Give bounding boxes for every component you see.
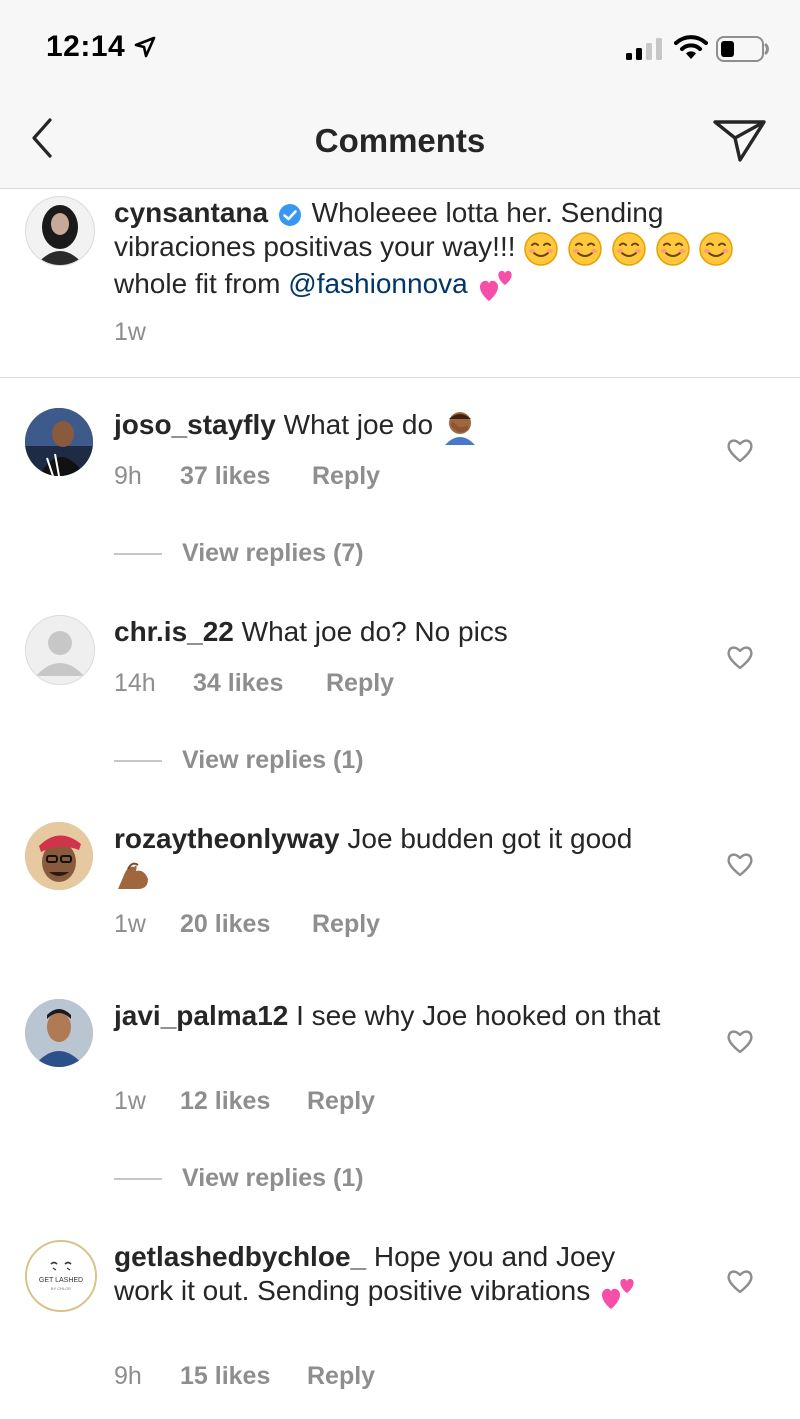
likes-count[interactable]: 20 likes [180,910,312,939]
status-bar: 12:14 [0,0,800,96]
comment-text: chr.is_22 What joe do? No pics [114,615,704,649]
view-replies-button[interactable]: View replies (7) [114,539,364,568]
avatar[interactable] [25,999,93,1067]
divider [0,377,800,378]
header-bar: Comments [0,96,800,189]
facepalm-emoji [444,411,475,445]
divider [114,760,162,763]
heart-outline-icon[interactable] [726,437,754,463]
page-title: Comments [314,122,486,159]
likes-count[interactable]: 37 likes [180,462,312,491]
comment-text: rozaytheonlyway Joe budden got it good [114,822,634,893]
comment-text: getlashedbychloe_ Hope you and Joey work… [114,1240,674,1311]
comment-body: What joe do? No pics [233,616,508,647]
avatar[interactable]: GET LASHED BY CHLOE [25,1240,97,1312]
divider [114,1178,162,1181]
comment-time: 1w [114,1087,146,1115]
comment-meta: 9h 15 likes Reply [114,1362,375,1391]
heart-outline-icon[interactable] [726,644,754,670]
comment-time: 14h [114,669,156,697]
likes-count[interactable]: 12 likes [180,1087,307,1116]
reply-button[interactable]: Reply [312,462,380,491]
view-replies-button[interactable]: View replies (1) [114,746,364,775]
smiling-face-emoji [655,231,690,266]
view-replies-button[interactable]: View replies (1) [114,1164,364,1193]
status-time: 12:14 [46,30,126,63]
comment-time: 9h [114,462,142,490]
username[interactable]: cynsantana [114,197,268,228]
location-arrow-icon [134,36,156,58]
comment-meta: 14h 34 likes Reply [114,669,394,698]
caption-body: whole fit from [114,267,289,299]
comment-time: 9h [114,1362,142,1390]
comment-time: 1w [114,318,146,346]
avatar[interactable] [25,408,93,476]
heart-outline-icon[interactable] [726,851,754,877]
view-replies-label: View replies (7) [182,539,364,567]
likes-count[interactable]: 15 likes [180,1362,307,1391]
paper-plane-icon[interactable] [712,116,768,164]
two-hearts-emoji [602,1278,634,1309]
username[interactable]: joso_stayfly [114,409,276,440]
avatar[interactable] [25,822,93,890]
avatar[interactable] [25,196,95,266]
mention-link[interactable]: @fashionnova [288,268,467,299]
reply-button[interactable]: Reply [312,910,380,939]
avatar[interactable] [25,615,95,685]
wifi-icon [674,35,708,59]
comment-body: I see why Joe hooked on that [288,1000,661,1031]
comment-text: javi_palma12 I see why Joe hooked on tha… [114,999,674,1033]
reply-button[interactable]: Reply [307,1362,375,1391]
username[interactable]: getlashedbychloe_ [114,1241,366,1272]
heart-outline-icon[interactable] [726,1268,754,1294]
avatar-logo-text: GET LASHED [39,1277,83,1284]
verified-badge-icon [278,203,301,226]
view-replies-label: View replies (1) [182,746,364,774]
divider [114,553,162,556]
comment-body: What joe do [275,409,441,440]
smiling-face-emoji [612,231,646,266]
smiling-face-emoji [524,231,559,266]
flexed-biceps-emoji [118,862,148,889]
caption-meta: 1w [114,318,146,347]
username[interactable]: rozaytheonlyway [114,823,340,854]
comment-text: joso_stayfly What joe do [114,408,704,445]
avatar-logo-subtext: BY CHLOE [51,1286,71,1291]
comment-meta: 9h 37 likes Reply [114,462,380,491]
likes-count[interactable]: 34 likes [193,669,326,698]
smiling-face-emoji [699,231,734,266]
caption-text: cynsantana Wholeeee lotta her. Sending v… [114,196,754,303]
two-hearts-emoji [479,271,512,302]
comment-meta: 1w 20 likes Reply [114,910,380,939]
username[interactable]: javi_palma12 [114,1000,288,1031]
username[interactable]: chr.is_22 [114,616,234,647]
comment-time: 1w [114,910,146,938]
reply-button[interactable]: Reply [326,669,394,698]
heart-outline-icon[interactable] [726,1028,754,1054]
comment-meta: 1w 12 likes Reply [114,1087,375,1116]
battery-icon [716,36,769,62]
view-replies-label: View replies (1) [182,1164,364,1192]
smiling-face-emoji [568,231,602,266]
comment-body: Joe budden got it good [339,823,633,854]
reply-button[interactable]: Reply [307,1087,375,1116]
cellular-signal-icon [626,38,662,60]
